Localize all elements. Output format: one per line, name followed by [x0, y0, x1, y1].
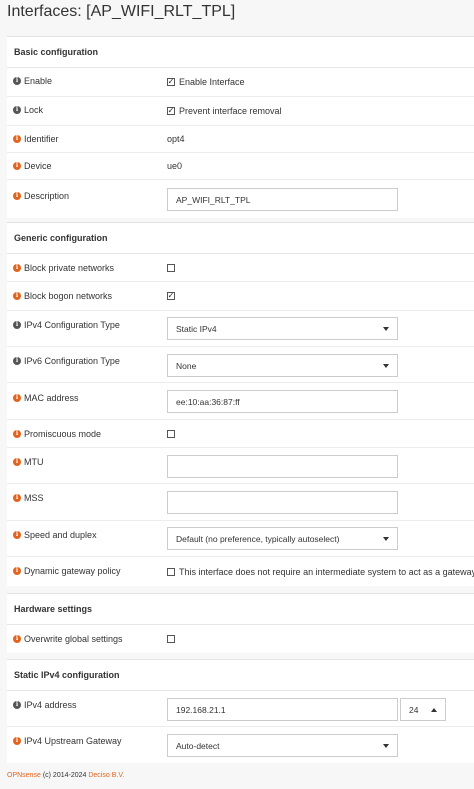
- ipv4-address-input[interactable]: 192.168.21.1: [167, 698, 398, 721]
- identifier-value: opt4: [167, 134, 185, 144]
- ipv6-type-value: None: [176, 360, 197, 371]
- chevron-down-icon: [383, 363, 389, 368]
- info-icon[interactable]: i: [13, 264, 21, 272]
- row-speed-duplex: i Speed and duplex Default (no preferenc…: [7, 521, 474, 557]
- ipv4-gateway-label: IPv4 Upstream Gateway: [24, 736, 122, 746]
- footer: OPNsense (c) 2014-2024 Deciso B.V.: [7, 772, 124, 779]
- row-mss: i MSS: [7, 484, 474, 521]
- row-promiscuous: i Promiscuous mode: [7, 420, 474, 448]
- ipv4-type-label: IPv4 Configuration Type: [24, 320, 120, 330]
- info-icon[interactable]: i: [13, 162, 21, 170]
- overwrite-global-checkbox[interactable]: [167, 635, 175, 643]
- block-bogon-label: Block bogon networks: [24, 291, 113, 301]
- chevron-up-icon: [431, 707, 437, 712]
- lock-checkbox-text: Prevent interface removal: [179, 106, 282, 116]
- row-dynamic-gateway: i Dynamic gateway policy This interface …: [7, 557, 474, 586]
- mss-input[interactable]: [167, 491, 398, 514]
- info-icon[interactable]: i: [13, 531, 21, 539]
- info-icon[interactable]: i: [13, 77, 21, 85]
- info-icon[interactable]: i: [13, 321, 21, 329]
- enable-checkbox-text: Enable Interface: [179, 77, 245, 87]
- speed-duplex-select[interactable]: Default (no preference, typically autose…: [167, 527, 398, 550]
- info-icon[interactable]: i: [13, 357, 21, 365]
- ipv4-prefix-select[interactable]: 24: [400, 698, 446, 721]
- promiscuous-label: Promiscuous mode: [24, 429, 102, 439]
- ipv4-type-select[interactable]: Static IPv4: [167, 317, 398, 340]
- row-lock: i Lock ✓ Prevent interface removal: [7, 97, 474, 126]
- mtu-label: MTU: [24, 457, 44, 467]
- static-ipv4-panel: Static IPv4 configuration i IPv4 address…: [7, 659, 474, 763]
- row-overwrite-global: i Overwrite global settings: [7, 625, 474, 653]
- row-block-bogon: i Block bogon networks ✓: [7, 282, 474, 311]
- info-icon[interactable]: i: [13, 458, 21, 466]
- promiscuous-checkbox[interactable]: [167, 430, 175, 438]
- section-heading-generic: Generic configuration: [7, 223, 474, 254]
- speed-duplex-label: Speed and duplex: [24, 530, 97, 540]
- row-enable: i Enable ✓ Enable Interface: [7, 68, 474, 97]
- info-icon[interactable]: i: [13, 494, 21, 502]
- enable-checkbox[interactable]: ✓: [167, 78, 175, 86]
- section-heading-hardware: Hardware settings: [7, 594, 474, 625]
- ipv4-gateway-value: Auto-detect: [176, 740, 220, 751]
- footer-copyright: (c) 2014-2024: [42, 772, 87, 779]
- identifier-label: Identifier: [24, 134, 59, 144]
- page-title: Interfaces: [AP_WIFI_RLT_TPL]: [7, 3, 236, 20]
- row-mac-address: i MAC address ee:10:aa:36:87:ff: [7, 383, 474, 420]
- section-heading-basic: Basic configuration: [7, 37, 474, 68]
- ipv4-gateway-select[interactable]: Auto-detect: [167, 734, 398, 757]
- row-mtu: i MTU: [7, 448, 474, 484]
- footer-brand-link[interactable]: OPNsense: [7, 772, 41, 779]
- info-icon[interactable]: i: [13, 394, 21, 402]
- lock-checkbox[interactable]: ✓: [167, 107, 175, 115]
- overwrite-global-label: Overwrite global settings: [24, 634, 123, 644]
- device-label: Device: [24, 161, 52, 171]
- info-icon[interactable]: i: [13, 567, 21, 575]
- block-private-checkbox[interactable]: [167, 264, 175, 272]
- row-ipv4-type: i IPv4 Configuration Type Static IPv4: [7, 311, 474, 347]
- chevron-down-icon: [383, 743, 389, 748]
- mss-label: MSS: [24, 493, 44, 503]
- ipv6-type-select[interactable]: None: [167, 354, 398, 377]
- dynamic-gateway-checkbox[interactable]: [167, 568, 175, 576]
- chevron-down-icon: [383, 326, 389, 331]
- info-icon[interactable]: i: [13, 701, 21, 709]
- speed-duplex-value: Default (no preference, typically autose…: [176, 533, 340, 544]
- hardware-settings-panel: Hardware settings i Overwrite global set…: [7, 593, 474, 653]
- row-ipv6-type: i IPv6 Configuration Type None: [7, 347, 474, 383]
- block-private-label: Block private networks: [24, 263, 115, 273]
- lock-label: Lock: [24, 105, 44, 115]
- row-description: i Description AP_WIFI_RLT_TPL: [7, 180, 474, 218]
- mac-address-label: MAC address: [24, 393, 79, 403]
- basic-configuration-panel: Basic configuration i Enable ✓ Enable In…: [7, 36, 474, 218]
- ipv4-address-label: IPv4 address: [24, 700, 77, 710]
- device-value: ue0: [167, 161, 183, 171]
- info-icon[interactable]: i: [13, 292, 21, 300]
- ipv6-type-label: IPv6 Configuration Type: [24, 356, 120, 366]
- ipv4-prefix-value: 24: [409, 704, 419, 715]
- chevron-down-icon: [383, 536, 389, 541]
- row-ipv4-gateway: i IPv4 Upstream Gateway Auto-detect: [7, 727, 474, 763]
- description-input[interactable]: AP_WIFI_RLT_TPL: [167, 188, 398, 211]
- info-icon[interactable]: i: [13, 192, 21, 200]
- description-label: Description: [24, 191, 70, 201]
- dynamic-gateway-label: Dynamic gateway policy: [24, 566, 121, 576]
- info-icon[interactable]: i: [13, 106, 21, 114]
- info-icon[interactable]: i: [13, 135, 21, 143]
- ipv4-type-value: Static IPv4: [176, 323, 217, 334]
- section-heading-static-ipv4: Static IPv4 configuration: [7, 660, 474, 691]
- generic-configuration-panel: Generic configuration i Block private ne…: [7, 222, 474, 586]
- row-identifier: i Identifier opt4: [7, 126, 474, 153]
- info-icon[interactable]: i: [13, 430, 21, 438]
- enable-label: Enable: [24, 76, 53, 86]
- mac-address-input[interactable]: ee:10:aa:36:87:ff: [167, 390, 398, 413]
- footer-vendor-link[interactable]: Deciso B.V.: [88, 772, 124, 779]
- row-device: i Device ue0: [7, 153, 474, 180]
- mtu-input[interactable]: [167, 455, 398, 478]
- row-ipv4-address: i IPv4 address 192.168.21.1 24: [7, 691, 474, 727]
- info-icon[interactable]: i: [13, 737, 21, 745]
- block-bogon-checkbox[interactable]: ✓: [167, 292, 175, 300]
- row-block-private: i Block private networks: [7, 254, 474, 282]
- dynamic-gateway-text: This interface does not require an inter…: [179, 567, 474, 577]
- info-icon[interactable]: i: [13, 635, 21, 643]
